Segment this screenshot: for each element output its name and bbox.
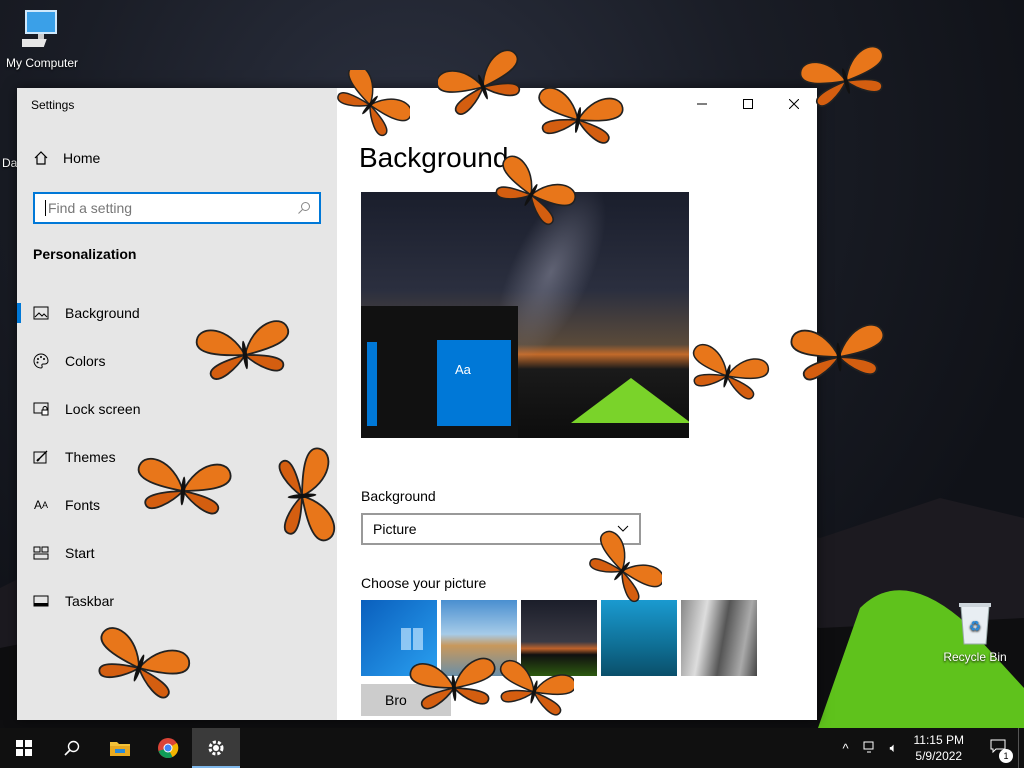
system-tray: ^ 🔈︎ 11:15 PM 5/9/2022 1 bbox=[834, 728, 1024, 768]
chevron-up-icon[interactable]: ^ bbox=[834, 741, 858, 756]
butterfly-sprite bbox=[797, 43, 893, 111]
background-type-label: Background bbox=[361, 488, 436, 504]
search-icon bbox=[298, 202, 310, 214]
butterfly-sprite bbox=[194, 318, 295, 383]
windows-logo-icon bbox=[16, 740, 32, 756]
taskbar-search-button[interactable] bbox=[48, 728, 96, 768]
settings-gear-icon bbox=[208, 740, 224, 756]
file-explorer-icon bbox=[110, 742, 130, 756]
lock-screen-icon bbox=[33, 401, 49, 417]
taskbar-clock[interactable]: 11:15 PM 5/9/2022 bbox=[914, 732, 964, 764]
sidebar-item-label: Fonts bbox=[65, 497, 101, 513]
butterfly-sprite bbox=[330, 70, 410, 140]
section-header: Personalization bbox=[33, 246, 137, 262]
window-title: Settings bbox=[31, 98, 75, 112]
recycle-bin-icon: ♻ bbox=[959, 603, 991, 645]
volume-icon[interactable]: 🔈︎ bbox=[882, 740, 906, 756]
palette-icon bbox=[33, 353, 49, 369]
start-icon bbox=[33, 545, 49, 561]
chrome-icon bbox=[158, 738, 179, 759]
butterfly-sprite bbox=[438, 46, 528, 120]
home-icon bbox=[34, 151, 48, 165]
butterfly-sprite bbox=[277, 446, 337, 545]
sidebar-item-label: Background bbox=[65, 305, 140, 321]
butterfly-sprite bbox=[494, 657, 574, 719]
desktop-icon-label: My Computer bbox=[5, 56, 79, 70]
dropdown-value: Picture bbox=[373, 521, 417, 537]
themes-icon bbox=[33, 449, 49, 465]
butterfly-sprite bbox=[486, 151, 576, 232]
minimize-icon bbox=[697, 103, 707, 105]
search-box[interactable] bbox=[33, 192, 321, 224]
taskbar: ^ 🔈︎ 11:15 PM 5/9/2022 1 bbox=[0, 728, 1024, 768]
network-icon[interactable] bbox=[858, 741, 882, 756]
sidebar-item-label: Taskbar bbox=[65, 593, 115, 609]
butterfly-sprite bbox=[684, 341, 772, 403]
sidebar-item-label: Start bbox=[65, 545, 95, 561]
sidebar-item-label: Colors bbox=[65, 353, 106, 369]
computer-icon bbox=[22, 10, 57, 47]
action-center-button[interactable]: 1 bbox=[978, 739, 1018, 763]
minimize-button[interactable] bbox=[679, 88, 725, 120]
desktop-icon-partial[interactable]: Da bbox=[2, 156, 17, 170]
desktop-icon-recycle-bin[interactable]: ♻ Recycle Bin bbox=[933, 600, 1017, 664]
show-desktop-button[interactable] bbox=[1018, 728, 1024, 768]
sidebar-item-label: Themes bbox=[65, 449, 116, 465]
clock-date: 5/9/2022 bbox=[915, 749, 963, 763]
choose-picture-label: Choose your picture bbox=[361, 575, 487, 591]
preview-tile: Aa bbox=[437, 340, 511, 426]
sidebar-item-label: Lock screen bbox=[65, 401, 141, 417]
butterfly-sprite bbox=[134, 456, 233, 516]
file-explorer-button[interactable] bbox=[96, 728, 144, 768]
search-icon bbox=[64, 740, 80, 756]
butterfly-sprite bbox=[582, 526, 662, 610]
start-button[interactable] bbox=[0, 728, 48, 768]
notification-badge: 1 bbox=[999, 749, 1013, 763]
taskbar-icon bbox=[33, 593, 49, 609]
chrome-button[interactable] bbox=[144, 728, 192, 768]
butterfly-sprite bbox=[87, 623, 194, 704]
home-label: Home bbox=[63, 150, 101, 166]
picture-icon bbox=[33, 305, 49, 321]
clock-time: 11:15 PM bbox=[913, 733, 964, 747]
butterfly-sprite bbox=[789, 322, 888, 382]
search-input[interactable] bbox=[45, 200, 297, 216]
preview-start-menu: Aa bbox=[361, 306, 518, 438]
picture-thumbnail[interactable] bbox=[681, 600, 757, 676]
desktop-icon-my-computer[interactable]: My Computer bbox=[0, 8, 84, 70]
settings-taskbar-button[interactable] bbox=[192, 728, 240, 768]
maximize-icon bbox=[743, 99, 753, 109]
maximize-button[interactable] bbox=[725, 88, 771, 120]
fonts-icon: AA bbox=[33, 498, 49, 512]
butterfly-sprite bbox=[408, 656, 499, 711]
desktop-icon-label: Recycle Bin bbox=[943, 650, 1007, 664]
preview-tile-text: Aa bbox=[455, 362, 471, 377]
home-link[interactable]: Home bbox=[33, 150, 100, 166]
svg-text:♻: ♻ bbox=[969, 619, 982, 635]
